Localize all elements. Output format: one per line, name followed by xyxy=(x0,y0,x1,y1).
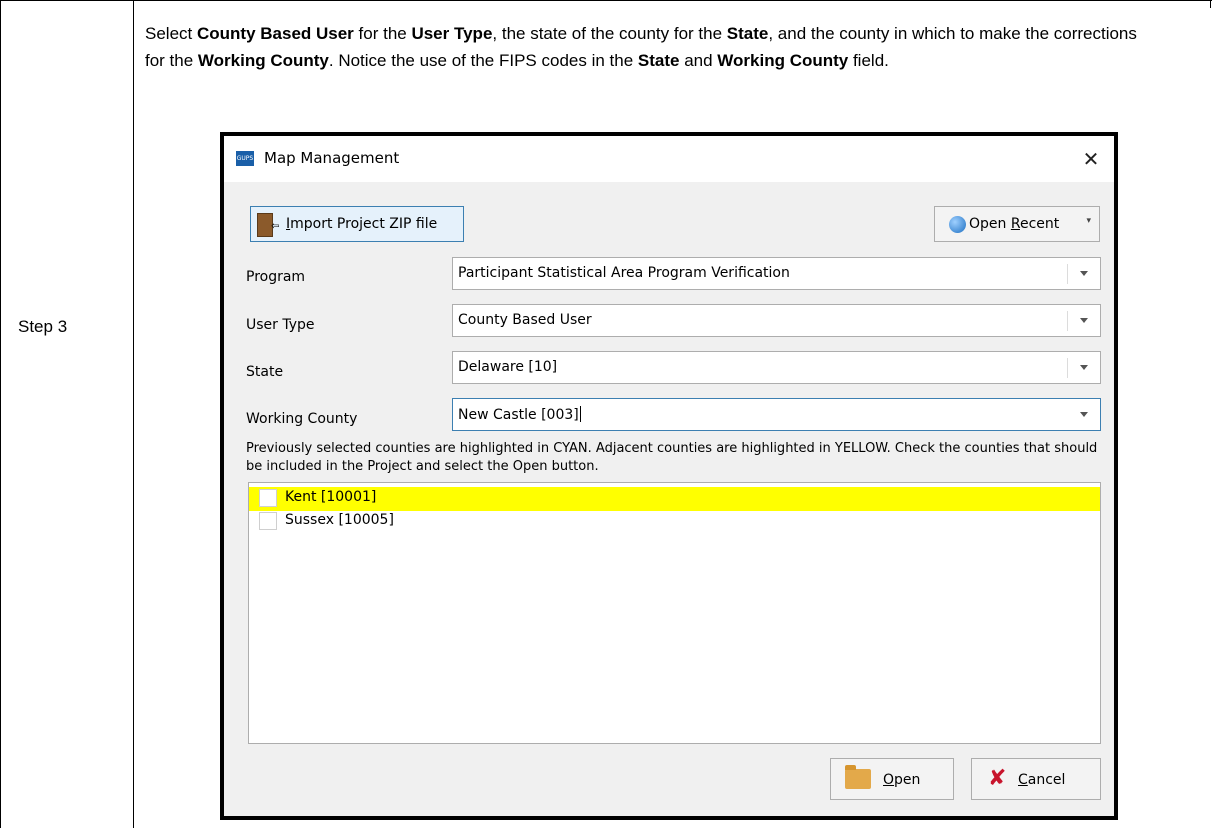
cancel-x-icon: ✘ xyxy=(988,766,1007,791)
list-item[interactable]: Kent [10001] xyxy=(249,487,1100,511)
user-type-select[interactable]: County Based User xyxy=(452,304,1101,337)
close-button[interactable]: ✕ xyxy=(1076,144,1106,174)
open-recent-label: Open Recent xyxy=(969,216,1060,232)
folder-icon xyxy=(845,765,871,789)
county-label: Sussex [10005] xyxy=(285,512,394,528)
dialog-titlebar: GUPS Map Management ✕ xyxy=(224,136,1114,182)
cancel-button-label: Cancel xyxy=(1018,772,1066,788)
chevron-down-icon[interactable] xyxy=(1068,399,1100,430)
state-select[interactable]: Delaware [10] xyxy=(452,351,1101,384)
table-column-divider xyxy=(133,0,134,828)
working-county-select[interactable]: New Castle [003] xyxy=(452,398,1101,431)
globe-icon xyxy=(949,216,966,233)
import-button-label: Import Project ZIP file xyxy=(286,216,438,232)
cancel-button[interactable]: ✘ Cancel xyxy=(971,758,1101,800)
open-recent-button[interactable]: Open Recent ▾ xyxy=(934,206,1100,242)
import-project-zip-button[interactable]: ⇦ Import Project ZIP file xyxy=(250,206,464,242)
user-type-label: User Type xyxy=(246,317,315,333)
import-arrow-icon: ⇦ xyxy=(271,221,280,232)
chevron-down-icon[interactable] xyxy=(1068,305,1100,336)
dialog-title: Map Management xyxy=(264,149,400,167)
table-border-right xyxy=(1210,0,1211,8)
working-county-label: Working County xyxy=(246,411,358,427)
chevron-down-icon[interactable] xyxy=(1068,258,1100,289)
chevron-down-icon[interactable] xyxy=(1068,352,1100,383)
gups-app-icon: GUPS xyxy=(236,151,254,166)
county-list[interactable]: Kent [10001] Sussex [10005] xyxy=(248,482,1101,744)
instruction-text: Select County Based User for the User Ty… xyxy=(145,24,1137,70)
program-value: Participant Statistical Area Program Ver… xyxy=(458,265,790,281)
open-button-label: Open xyxy=(883,772,921,788)
table-border-top xyxy=(0,0,1212,1)
program-label: Program xyxy=(246,269,306,285)
user-type-value: County Based User xyxy=(458,312,592,328)
program-select[interactable]: Participant Statistical Area Program Ver… xyxy=(452,257,1101,290)
county-checkbox[interactable] xyxy=(259,489,277,507)
county-label: Kent [10001] xyxy=(285,489,377,505)
map-management-dialog: GUPS Map Management ✕ ⇦ Import Project Z… xyxy=(220,132,1118,820)
open-button[interactable]: Open xyxy=(830,758,954,800)
table-border-left xyxy=(0,0,1,828)
state-value: Delaware [10] xyxy=(458,359,558,375)
list-item[interactable]: Sussex [10005] xyxy=(249,510,1100,534)
working-county-value[interactable]: New Castle [003] xyxy=(458,406,581,423)
county-checkbox[interactable] xyxy=(259,512,277,530)
step-label: Step 3 xyxy=(18,317,68,336)
county-info-text: Previously selected counties are highlig… xyxy=(246,441,1098,474)
chevron-down-icon: ▾ xyxy=(1086,216,1091,226)
state-label: State xyxy=(246,364,284,380)
